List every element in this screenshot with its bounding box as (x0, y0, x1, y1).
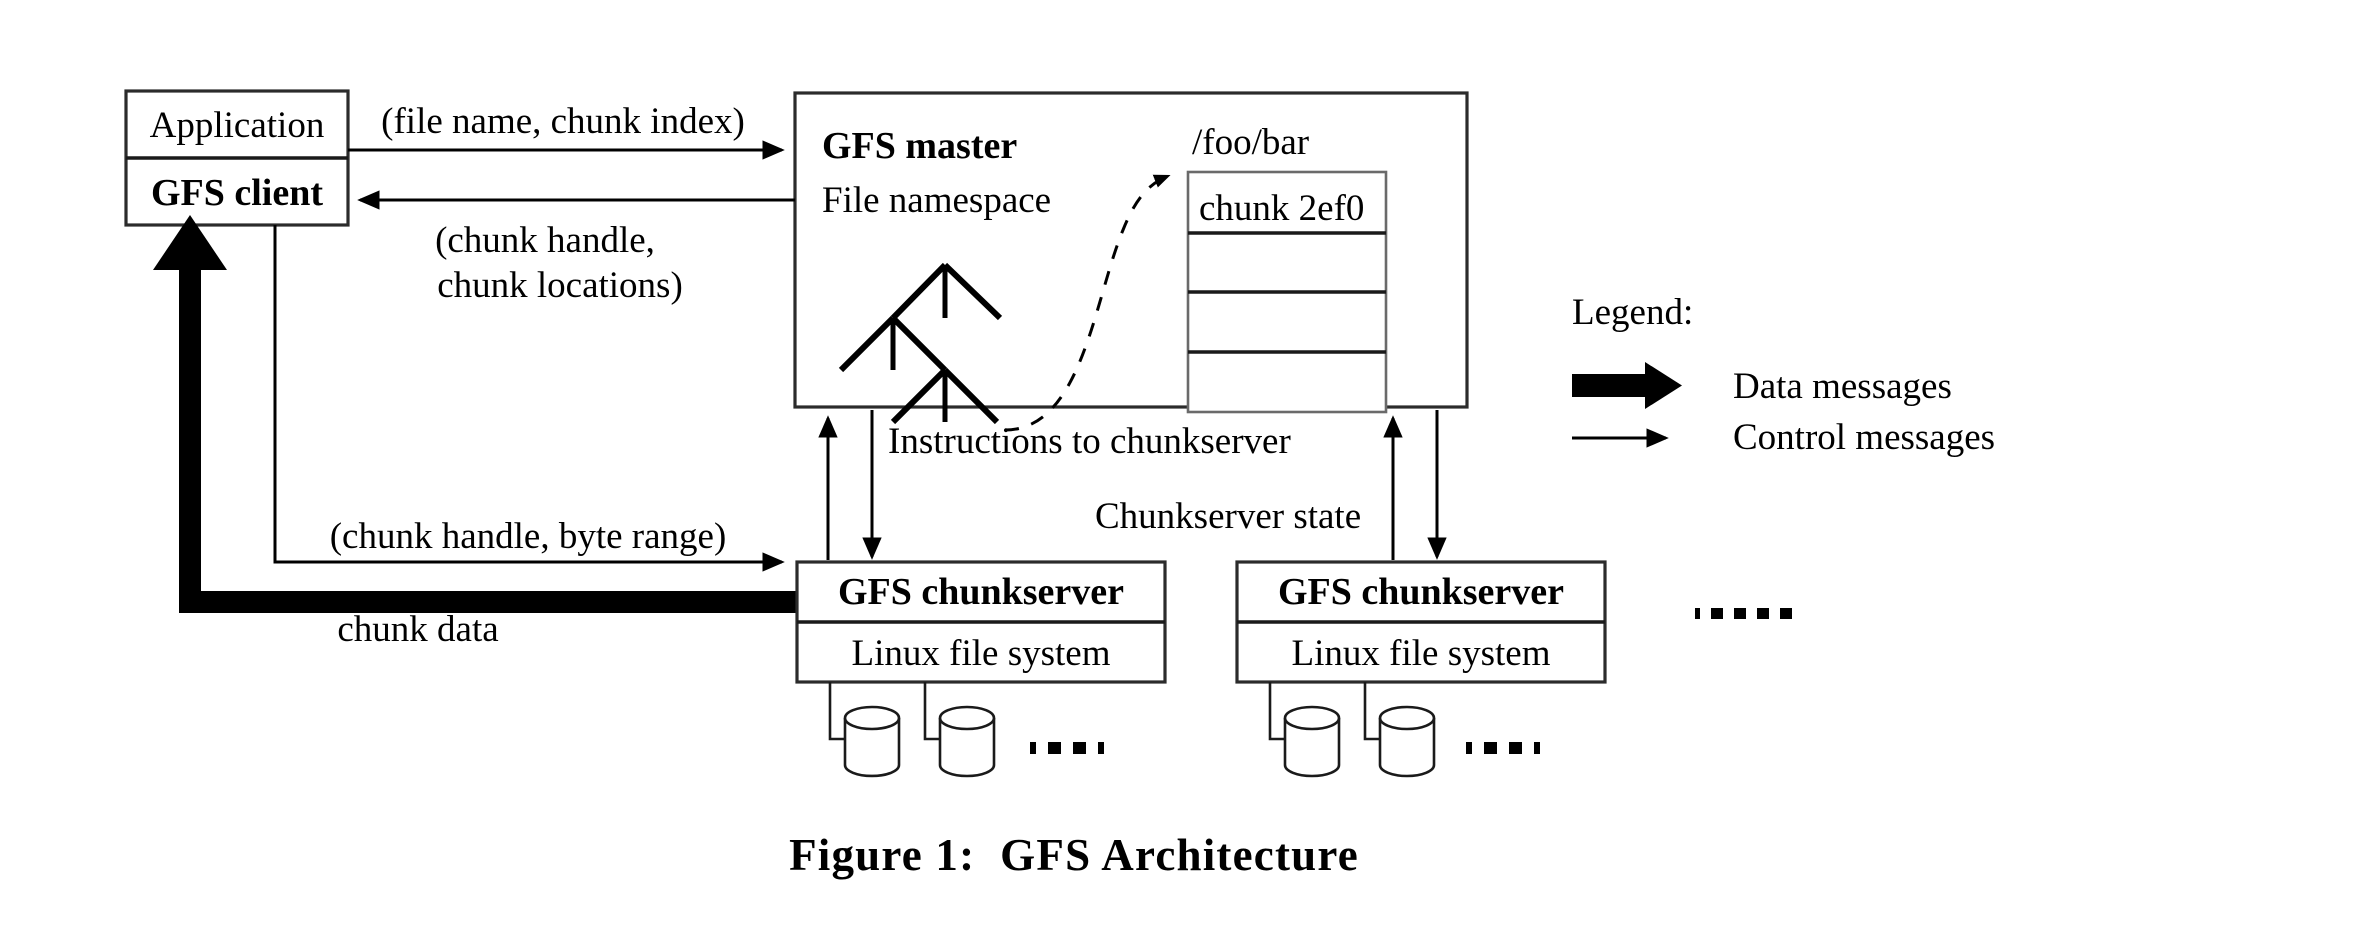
chunkserver-1-title: GFS chunkserver (838, 571, 1124, 613)
chunkserver-1-disk-1-icon (843, 705, 901, 778)
chunkserver-2-disk-1-icon (1283, 705, 1341, 778)
chunk-table-row-0-value: chunk 2ef0 (1199, 188, 1364, 229)
figure-caption: Figure 1: GFS Architecture (789, 830, 1359, 880)
chunkserver-2-disk-2-icon (1378, 705, 1436, 778)
file-path-label: /foo/bar (1192, 122, 1309, 163)
client-stack: Application GFS client (124, 89, 350, 227)
legend-data-messages-label: Data messages (1733, 366, 1952, 407)
edge-master-chunkserver-1: Instructions to chunkserver (818, 410, 1291, 560)
chunkserver-2-filesystem-label: Linux file system (1292, 633, 1551, 674)
chunk-table: chunk 2ef0 (1186, 170, 1388, 414)
chunkserver-1-filesystem-label: Linux file system (852, 633, 1111, 674)
chunkserver-state-label: Chunkserver state (1095, 496, 1361, 537)
file-namespace-label: File namespace (822, 180, 1051, 221)
chunkserver-2: GFS chunkserver Linux file system (1235, 560, 1607, 778)
master-to-client-label-line1: (chunk handle, (435, 220, 655, 261)
chunkserver-2-disks-ellipsis (1466, 742, 1540, 754)
more-chunkservers-ellipsis (1695, 608, 1792, 619)
chunkserver-1-disks-ellipsis (1030, 742, 1104, 754)
application-label: Application (150, 105, 325, 146)
gfs-master-title: GFS master (822, 125, 1017, 167)
legend-data-messages-icon (1572, 362, 1682, 409)
legend-title: Legend: (1572, 292, 1693, 333)
legend: Legend: Data messages Control messages (1572, 292, 1995, 458)
chunk-data-label: chunk data (337, 609, 498, 650)
chunkserver-1-disk-2-icon (938, 705, 996, 778)
gfs-master: GFS master File namespace /foo/bar chunk… (793, 91, 1469, 432)
instructions-to-chunkserver-label: Instructions to chunkserver (888, 421, 1291, 462)
gfs-architecture-figure: Application GFS client GFS master File n… (0, 0, 2354, 932)
client-to-chunkserver-label: (chunk handle, byte range) (330, 516, 727, 557)
chunkserver-1: GFS chunkserver Linux file system (795, 560, 1167, 778)
legend-control-messages-label: Control messages (1733, 417, 1995, 458)
edge-client-to-master: (file name, chunk index) (348, 101, 785, 160)
chunkserver-2-title: GFS chunkserver (1278, 571, 1564, 613)
edge-master-to-client: (chunk handle, chunk locations) (357, 190, 795, 306)
gfs-client-label: GFS client (151, 172, 323, 214)
client-to-master-label: (file name, chunk index) (381, 101, 745, 142)
master-to-client-label-line2: chunk locations) (437, 265, 683, 306)
diagram-canvas: Application GFS client GFS master File n… (124, 89, 1995, 880)
